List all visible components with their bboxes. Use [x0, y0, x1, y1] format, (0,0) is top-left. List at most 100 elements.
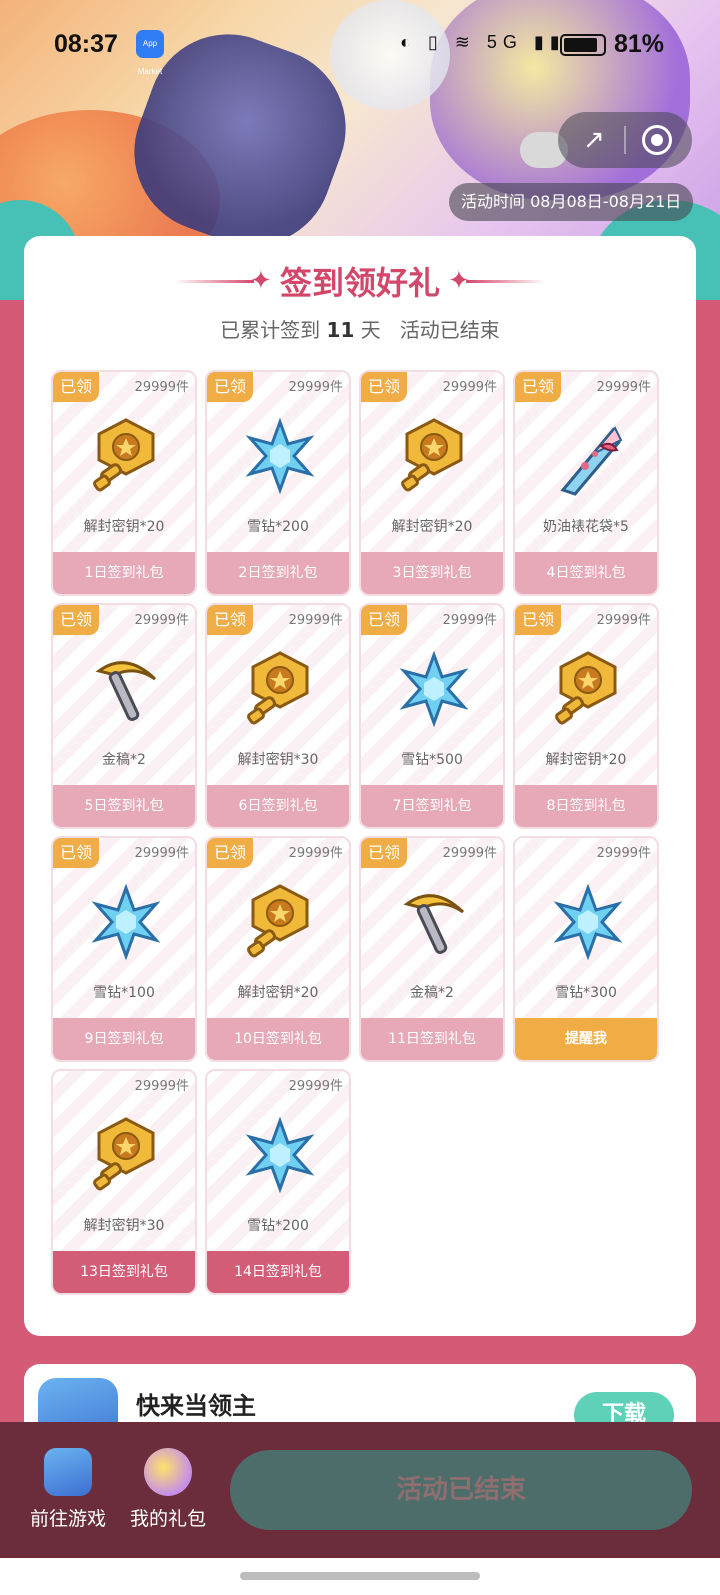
reward-card[interactable]: 已领 29999件 解封密钥*20 3日签到礼包: [359, 370, 505, 596]
home-indicator: [0, 1558, 720, 1595]
snowflake-icon: [245, 1115, 315, 1195]
my-gifts-button[interactable]: 我的礼包: [118, 1448, 218, 1531]
stock-count: 29999件: [288, 1079, 343, 1094]
stock-count: 29999件: [596, 380, 651, 395]
snowflake-icon: [91, 882, 161, 962]
reward-item-name: 解封密钥*30: [83, 1218, 165, 1234]
status-icons: ◐ ▯ ≋ 5G ▮▮: [400, 32, 566, 52]
stock-count: 29999件: [134, 846, 189, 861]
reward-card[interactable]: 已领 29999件雪钻*100 9日签到礼包: [51, 836, 197, 1062]
reward-day-label: 7日签到礼包: [361, 785, 503, 827]
reward-day-label: 2日签到礼包: [207, 552, 349, 594]
reward-day-label: 10日签到礼包: [207, 1018, 349, 1060]
stock-count: 29999件: [134, 380, 189, 395]
reward-item-name: 奶油裱花袋*5: [543, 519, 629, 535]
stock-count: 29999件: [442, 846, 497, 861]
reward-item-name: 金稿*2: [102, 752, 146, 768]
battery-percent: 81%: [614, 30, 665, 58]
signin-days: 11: [326, 318, 355, 342]
reward-day-label: 11日签到礼包: [361, 1018, 503, 1060]
reward-item-name: 雪钻*200: [247, 519, 309, 535]
reward-item-name: 雪钻*300: [555, 985, 617, 1001]
claimed-badge: 已领: [361, 605, 407, 635]
target-icon[interactable]: [642, 125, 672, 155]
reward-day-label: 4日签到礼包: [515, 552, 657, 594]
snowflake-icon: [399, 649, 469, 729]
key-icon: [553, 649, 623, 729]
claimed-badge: 已领: [515, 372, 561, 402]
key-icon: [91, 1115, 161, 1195]
game-icon: [44, 1448, 92, 1496]
stock-count: 29999件: [442, 613, 497, 628]
claimed-badge: 已领: [53, 838, 99, 868]
reward-item-name: 解封密钥*20: [237, 985, 319, 1001]
reward-card[interactable]: 已领 29999件解封密钥*30 6日签到礼包: [205, 603, 351, 829]
activity-period: 活动时间 08月08日-08月21日: [449, 183, 694, 221]
reward-card[interactable]: 29999件解封密钥*30 13日签到礼包: [51, 1069, 197, 1295]
reward-item-name: 解封密钥*30: [237, 752, 319, 768]
activity-ended-button[interactable]: 活动已结束: [230, 1450, 692, 1530]
stock-count: 29999件: [596, 613, 651, 628]
status-bar: 08:37 App Market ◐ ▯ ≋ 5G ▮▮ 81%: [0, 28, 720, 76]
key-icon: [91, 416, 161, 496]
signin-summary: 已累计签到 11 天 活动已结束: [220, 318, 500, 342]
claimed-badge: 已领: [53, 605, 99, 635]
signin-title: 签到领好礼: [279, 264, 440, 302]
reward-item-name: 解封密钥*20: [83, 519, 165, 535]
bottom-bar: 前往游戏 我的礼包 活动已结束: [0, 1422, 720, 1558]
reward-day-label: 9日签到礼包: [53, 1018, 195, 1060]
stock-count: 29999件: [288, 380, 343, 395]
stock-count: 29999件: [442, 380, 497, 395]
share-icon[interactable]: ↗: [578, 124, 610, 156]
remind-me-button[interactable]: 提醒我: [515, 1018, 657, 1060]
reward-card[interactable]: 已领 29999件金稿*2 5日签到礼包: [51, 603, 197, 829]
battery-icon: [560, 34, 606, 56]
reward-card[interactable]: 已领 29999件奶油裱花袋*5 4日签到礼包: [513, 370, 659, 596]
snowflake-icon: [245, 416, 315, 496]
reward-item-name: 雪钻*200: [247, 1218, 309, 1234]
reward-card[interactable]: 已领 29999件解封密钥*20 10日签到礼包: [205, 836, 351, 1062]
claimed-badge: 已领: [515, 605, 561, 635]
game-name: 快来当领主: [136, 1392, 256, 1420]
stock-count: 29999件: [288, 613, 343, 628]
reward-card[interactable]: 已领 29999件雪钻*500 7日签到礼包: [359, 603, 505, 829]
reward-day-label: 14日签到礼包: [207, 1251, 349, 1293]
stock-count: 29999件: [134, 1079, 189, 1094]
reward-card[interactable]: 已领 29999件 解封密钥*20 1日签到礼包: [51, 370, 197, 596]
reward-card[interactable]: 已领 29999件金稿*2 11日签到礼包: [359, 836, 505, 1062]
key-icon: [245, 649, 315, 729]
reward-card[interactable]: 29999件雪钻*200 14日签到礼包: [205, 1069, 351, 1295]
stock-count: 29999件: [288, 846, 343, 861]
reward-day-label: 13日签到礼包: [53, 1251, 195, 1293]
stock-count: 29999件: [134, 613, 189, 628]
snowflake-icon: [553, 882, 623, 962]
reward-item-name: 解封密钥*20: [545, 752, 627, 768]
reward-card[interactable]: 已领 29999件雪钻*200 2日签到礼包: [205, 370, 351, 596]
claimed-badge: 已领: [361, 838, 407, 868]
activity-status: 活动已结束: [399, 318, 500, 342]
reward-card[interactable]: 已领 29999件解封密钥*20 8日签到礼包: [513, 603, 659, 829]
app-market-icon: App Market: [136, 30, 164, 76]
reward-day-label: 6日签到礼包: [207, 785, 349, 827]
claimed-badge: 已领: [207, 838, 253, 868]
signin-card: ✦ ✦ 签到领好礼 已累计签到 11 天 活动已结束 已领 29999件 解封密钥*…: [24, 236, 696, 1336]
go-game-button[interactable]: 前往游戏: [18, 1448, 118, 1531]
pickaxe-icon: [91, 649, 161, 729]
reward-item-name: 解封密钥*20: [391, 519, 473, 535]
reward-day-label: 8日签到礼包: [515, 785, 657, 827]
reward-item-name: 雪钻*100: [93, 985, 155, 1001]
claimed-badge: 已领: [207, 372, 253, 402]
mini-program-capsule: ↗: [558, 112, 692, 168]
key-icon: [245, 882, 315, 962]
reward-day-label: 5日签到礼包: [53, 785, 195, 827]
reward-card[interactable]: 29999件 雪钻*300 提醒我: [513, 836, 659, 1062]
claimed-badge: 已领: [53, 372, 99, 402]
reward-item-name: 雪钻*500: [401, 752, 463, 768]
pickaxe-icon: [399, 882, 469, 962]
gift-icon: [144, 1448, 192, 1496]
claimed-badge: 已领: [207, 605, 253, 635]
piping-bag-icon: [553, 416, 623, 496]
key-icon: [399, 416, 469, 496]
claimed-badge: 已领: [361, 372, 407, 402]
reward-item-name: 金稿*2: [410, 985, 454, 1001]
